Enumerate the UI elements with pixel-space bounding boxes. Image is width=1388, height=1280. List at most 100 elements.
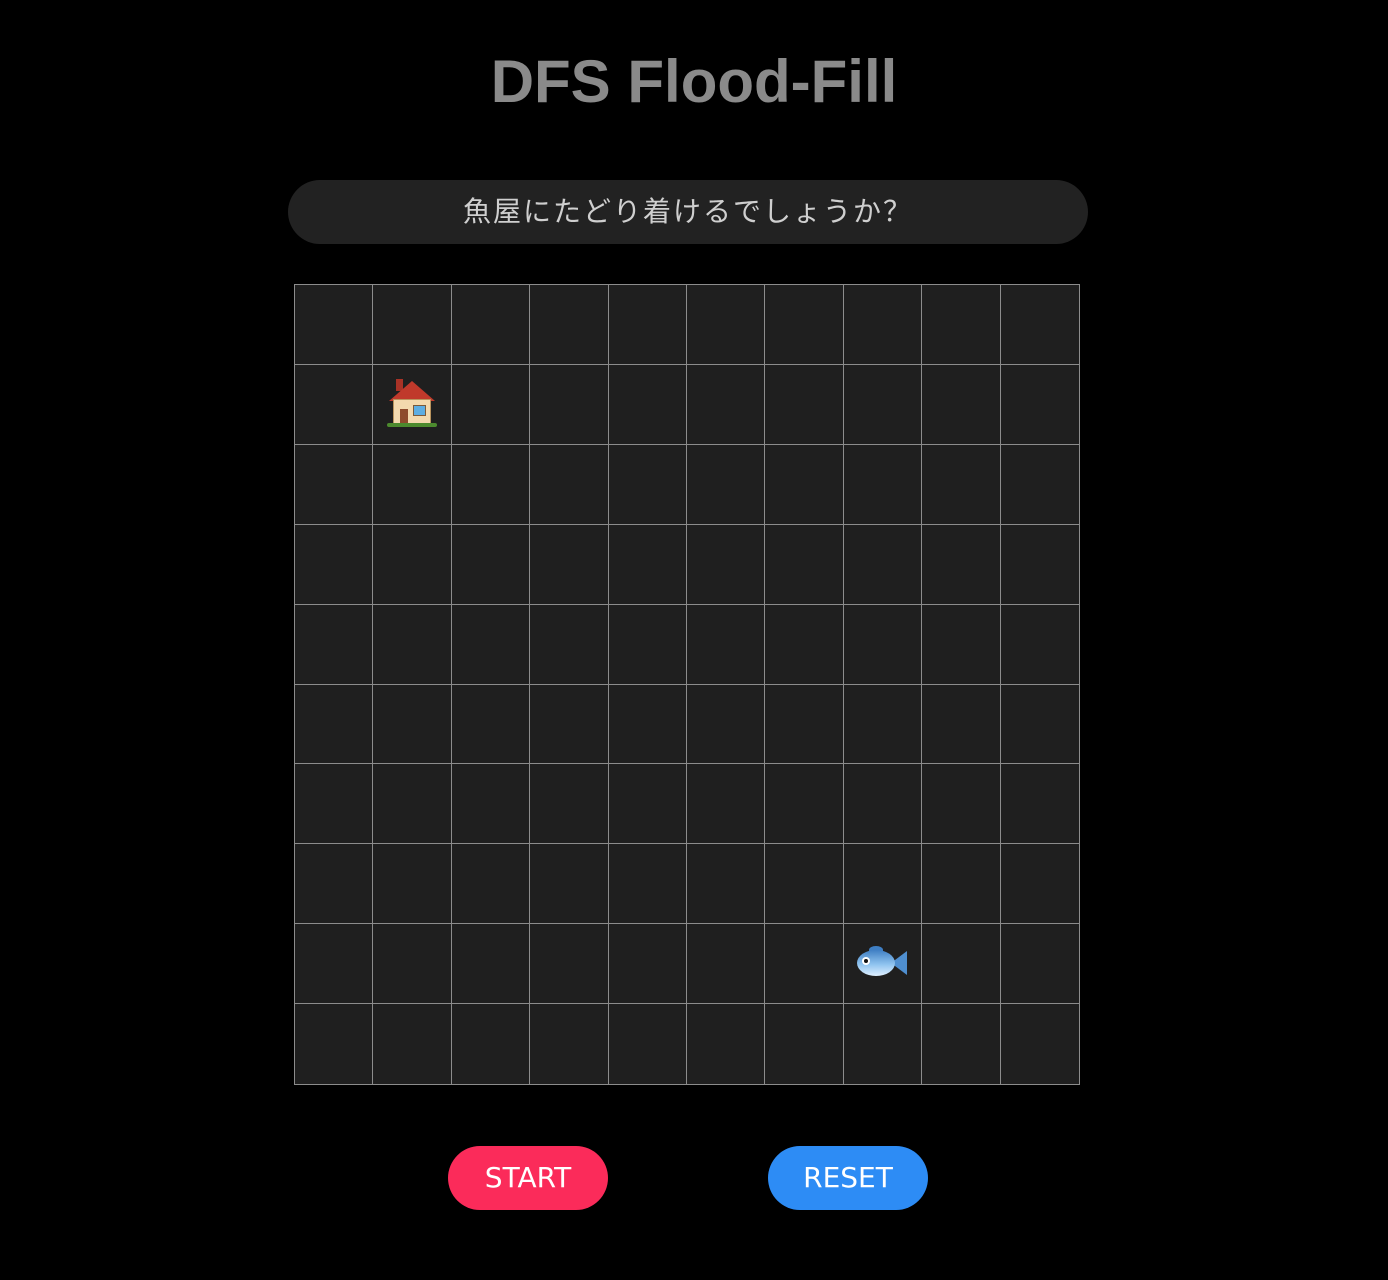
grid-cell[interactable] — [765, 684, 844, 765]
grid-cell[interactable] — [295, 444, 374, 525]
grid-cell[interactable] — [373, 285, 452, 365]
grid-cell[interactable] — [765, 524, 844, 605]
grid-cell[interactable] — [373, 764, 452, 845]
grid-cell[interactable] — [1000, 285, 1079, 365]
grid-cell[interactable] — [451, 924, 531, 1005]
grid-cell[interactable] — [295, 524, 374, 605]
grid-cell[interactable] — [608, 444, 687, 525]
grid-cell[interactable] — [608, 1004, 687, 1084]
grid-cell[interactable] — [295, 684, 374, 765]
grid-cell[interactable] — [765, 604, 844, 685]
grid-cell[interactable] — [295, 764, 374, 845]
grid-cell[interactable] — [765, 844, 844, 925]
grid-cell[interactable] — [687, 364, 766, 445]
grid-cell[interactable] — [922, 844, 1001, 925]
grid-cell[interactable] — [295, 924, 374, 1005]
grid-cell[interactable] — [1000, 684, 1079, 765]
grid-cell[interactable] — [530, 684, 609, 765]
grid-cell[interactable] — [608, 524, 687, 605]
grid-cell[interactable] — [1000, 764, 1079, 845]
grid-cell[interactable] — [687, 444, 766, 525]
grid-cell[interactable] — [843, 524, 923, 605]
grid-cell[interactable] — [451, 364, 531, 445]
grid-cell[interactable] — [765, 1004, 844, 1084]
grid-cell[interactable] — [530, 844, 609, 925]
grid-cell[interactable] — [922, 604, 1001, 685]
grid-cell[interactable] — [373, 1004, 452, 1084]
grid-cell[interactable] — [687, 844, 766, 925]
grid-cell[interactable] — [922, 364, 1001, 445]
grid-cell[interactable] — [922, 924, 1001, 1005]
grid-cell[interactable] — [687, 1004, 766, 1084]
grid-cell[interactable] — [922, 524, 1001, 605]
grid-cell[interactable] — [608, 604, 687, 685]
grid-cell[interactable] — [530, 924, 609, 1005]
grid-cell[interactable] — [843, 364, 923, 445]
start-button[interactable]: START — [448, 1146, 608, 1210]
grid-cell[interactable] — [1000, 604, 1079, 685]
grid-cell[interactable] — [687, 604, 766, 685]
grid-cell[interactable] — [922, 764, 1001, 845]
grid-cell[interactable] — [608, 364, 687, 445]
reset-button[interactable]: RESET — [768, 1146, 928, 1210]
grid-cell[interactable] — [530, 764, 609, 845]
grid-cell[interactable] — [530, 604, 609, 685]
grid-cell[interactable] — [295, 844, 374, 925]
grid-cell[interactable] — [451, 844, 531, 925]
grid-cell[interactable] — [843, 764, 923, 845]
grid-cell[interactable] — [843, 1004, 923, 1084]
grid-cell[interactable] — [530, 364, 609, 445]
grid-cell[interactable] — [530, 444, 609, 525]
grid-cell[interactable] — [1000, 524, 1079, 605]
grid-cell[interactable] — [922, 684, 1001, 765]
grid-cell[interactable] — [687, 524, 766, 605]
grid-cell[interactable] — [843, 684, 923, 765]
grid-cell[interactable] — [765, 764, 844, 845]
grid-cell[interactable] — [295, 1004, 374, 1084]
grid-cell[interactable] — [530, 1004, 609, 1084]
grid-cell[interactable] — [843, 604, 923, 685]
game-grid[interactable] — [294, 284, 1080, 1085]
grid-cell[interactable] — [451, 684, 531, 765]
grid-cell[interactable] — [687, 684, 766, 765]
grid-cell[interactable] — [687, 764, 766, 845]
grid-cell[interactable] — [295, 364, 374, 445]
grid-cell[interactable] — [843, 924, 923, 1005]
grid-cell[interactable] — [765, 364, 844, 445]
grid-cell[interactable] — [451, 764, 531, 845]
grid-cell[interactable] — [530, 285, 609, 365]
grid-cell[interactable] — [530, 524, 609, 605]
grid-cell[interactable] — [451, 524, 531, 605]
grid-cell[interactable] — [295, 604, 374, 685]
grid-cell[interactable] — [922, 1004, 1001, 1084]
grid-cell[interactable] — [1000, 364, 1079, 445]
grid-cell[interactable] — [765, 285, 844, 365]
grid-cell[interactable] — [608, 285, 687, 365]
grid-cell[interactable] — [451, 444, 531, 525]
grid-cell[interactable] — [608, 924, 687, 1005]
grid-cell[interactable] — [373, 924, 452, 1005]
grid-cell[interactable] — [373, 444, 452, 525]
grid-cell[interactable] — [373, 604, 452, 685]
grid-cell[interactable] — [843, 285, 923, 365]
grid-cell[interactable] — [843, 844, 923, 925]
grid-cell[interactable] — [1000, 1004, 1079, 1084]
grid-cell[interactable] — [295, 285, 374, 365]
grid-cell[interactable] — [373, 364, 452, 445]
grid-cell[interactable] — [373, 524, 452, 605]
grid-cell[interactable] — [843, 444, 923, 525]
grid-cell[interactable] — [373, 684, 452, 765]
grid-cell[interactable] — [687, 285, 766, 365]
grid-cell[interactable] — [451, 285, 531, 365]
grid-cell[interactable] — [1000, 924, 1079, 1005]
grid-cell[interactable] — [608, 844, 687, 925]
grid-cell[interactable] — [608, 684, 687, 765]
grid-cell[interactable] — [687, 924, 766, 1005]
grid-cell[interactable] — [922, 444, 1001, 525]
grid-cell[interactable] — [451, 604, 531, 685]
grid-cell[interactable] — [765, 924, 844, 1005]
grid-cell[interactable] — [451, 1004, 531, 1084]
grid-cell[interactable] — [608, 764, 687, 845]
grid-cell[interactable] — [373, 844, 452, 925]
grid-cell[interactable] — [765, 444, 844, 525]
